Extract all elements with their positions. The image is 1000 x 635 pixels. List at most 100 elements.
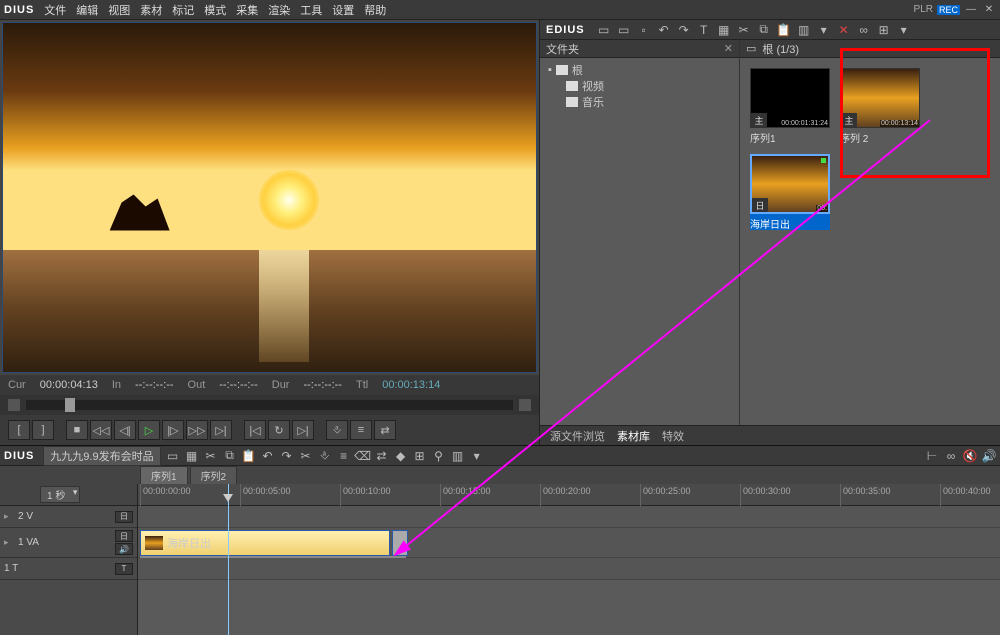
tl-split-icon[interactable]: ✂ [299, 449, 313, 463]
timeline-canvas[interactable]: 00:00:00:00 00:00:05:00 00:00:10:00 00:0… [138, 484, 1000, 635]
step-back-button[interactable]: ◁| [114, 420, 136, 440]
tl-audio-icon[interactable]: 🔊 [982, 449, 996, 463]
tl-paste-icon[interactable]: 📋 [242, 449, 256, 463]
bin-root-icon[interactable]: ▭ [746, 42, 756, 55]
cut-icon[interactable]: ✂ [737, 23, 751, 37]
link-icon[interactable]: ∞ [857, 23, 871, 37]
group-icon[interactable]: ⊞ [877, 23, 891, 37]
new-folder-icon[interactable]: ▭ [597, 23, 611, 37]
menu-edit[interactable]: 编辑 [76, 2, 98, 18]
next-edit-button[interactable]: ▷| [292, 420, 314, 440]
expand-icon[interactable]: ▸ [4, 511, 14, 522]
save-icon[interactable]: ▫ [637, 23, 651, 37]
tl-insert-icon[interactable]: ⎀ [318, 449, 332, 463]
timescale-dropdown[interactable]: 1 秒 [40, 486, 80, 503]
clip-thumbnail[interactable]: 日00: [750, 154, 830, 214]
menu-clip[interactable]: 素材 [140, 2, 162, 18]
mode-plr[interactable]: PLR [914, 4, 933, 15]
stop-button[interactable]: ■ [66, 420, 88, 440]
bin-view-icon[interactable]: ▥ [797, 23, 811, 37]
project-name[interactable]: 九九九9.9发布会时品 [43, 446, 160, 466]
tree-root[interactable]: ▪根 [548, 62, 731, 78]
prev-edit-button[interactable]: |◁ [244, 420, 266, 440]
step-fwd-button[interactable]: |▷ [162, 420, 184, 440]
open-icon[interactable]: ▭ [617, 23, 631, 37]
tl-render-icon[interactable]: ▦ [185, 449, 199, 463]
sequence-tab-2[interactable]: 序列2 [190, 466, 238, 485]
tc-out[interactable]: --:--:--:-- [219, 379, 257, 391]
paste-icon[interactable]: 📋 [777, 23, 791, 37]
tl-copy-icon[interactable]: ⧉ [223, 449, 237, 463]
tab-effects[interactable]: 特效 [662, 428, 684, 444]
bin-grid[interactable]: 主00:00:01:31:24 序列1 主00:00:13:14 序列 2 日0… [740, 58, 1000, 240]
track-btn[interactable]: 日 [115, 530, 133, 542]
track-header-va1[interactable]: ▸ 1 VA 日🔊 [0, 528, 137, 558]
playhead[interactable] [228, 484, 229, 635]
tl-cut-icon[interactable]: ✂ [204, 449, 218, 463]
tl-mute-icon[interactable]: 🔇 [963, 449, 977, 463]
menu-capture[interactable]: 采集 [236, 2, 258, 18]
folder-panel-close[interactable]: ✕ [724, 42, 733, 55]
tl-overwrite-icon[interactable]: ≡ [337, 449, 351, 463]
timeline-clip-tail[interactable] [392, 530, 408, 556]
minimize-button[interactable]: — [964, 4, 978, 16]
tl-layout-icon[interactable]: ▥ [451, 449, 465, 463]
tree-item-video[interactable]: 视频 [548, 78, 731, 94]
tl-new-icon[interactable]: ▭ [166, 449, 180, 463]
rewind-button[interactable]: ◁◁ [90, 420, 112, 440]
bin-clip[interactable]: 主00:00:13:14 序列 2 [840, 68, 920, 144]
timeline-track-v2[interactable] [138, 506, 1000, 528]
mark-out-button[interactable]: ] [32, 420, 54, 440]
tree-item-music[interactable]: 音乐 [548, 94, 731, 110]
clip-name[interactable]: 海岸日出 [750, 214, 830, 230]
scrub-next-button[interactable] [519, 399, 531, 411]
bin-clip[interactable]: 主00:00:01:31:24 序列1 [750, 68, 830, 144]
mark-in-button[interactable]: [ [8, 420, 30, 440]
tl-more-icon[interactable]: ▾ [470, 449, 484, 463]
menu-file[interactable]: 文件 [44, 2, 66, 18]
menu-mode[interactable]: 模式 [204, 2, 226, 18]
mode-rec[interactable]: REC [937, 5, 960, 15]
timeline-track-va1[interactable]: 海岸日出 [138, 528, 1000, 558]
time-ruler[interactable]: 00:00:00:00 00:00:05:00 00:00:10:00 00:0… [138, 484, 1000, 506]
tc-cur[interactable]: 00:00:04:13 [40, 379, 98, 391]
copy-icon[interactable]: ⧉ [757, 23, 771, 37]
track-header-t1[interactable]: 1 T T [0, 558, 137, 580]
timeline-clip[interactable]: 海岸日出 [140, 530, 390, 556]
tab-bin[interactable]: 素材库 [617, 428, 650, 444]
ffwd-button[interactable]: ▷▷ [186, 420, 208, 440]
tl-group-icon[interactable]: ⊞ [413, 449, 427, 463]
menu-settings[interactable]: 设置 [332, 2, 354, 18]
tl-zoom-icon[interactable]: ⚲ [432, 449, 446, 463]
tl-redo-icon[interactable]: ↷ [280, 449, 294, 463]
bin-clip-selected[interactable]: 日00: 海岸日出 [750, 154, 830, 230]
tab-source-browse[interactable]: 源文件浏览 [550, 428, 605, 444]
expand-icon[interactable]: ▸ [4, 537, 14, 548]
menu-view[interactable]: 视图 [108, 2, 130, 18]
sequence-tab-1[interactable]: 序列1 [140, 466, 188, 485]
tc-in[interactable]: --:--:--:-- [135, 379, 173, 391]
scrub-prev-button[interactable] [8, 399, 20, 411]
close-button[interactable]: ✕ [982, 4, 996, 16]
replace-button[interactable]: ⇄ [374, 420, 396, 440]
overwrite-button[interactable]: ≡ [350, 420, 372, 440]
tl-delete-icon[interactable]: ⌫ [356, 449, 370, 463]
tl-marker-icon[interactable]: ◆ [394, 449, 408, 463]
delete-icon[interactable]: ✕ [837, 23, 851, 37]
tl-link-icon[interactable]: ∞ [944, 449, 958, 463]
scrub-thumb[interactable] [65, 398, 75, 412]
more-icon[interactable]: ▾ [897, 23, 911, 37]
tl-snap-icon[interactable]: ⊢ [925, 449, 939, 463]
title-icon[interactable]: T [697, 23, 711, 37]
menu-render[interactable]: 渲染 [268, 2, 290, 18]
tl-ripple-icon[interactable]: ⇄ [375, 449, 389, 463]
layout-icon[interactable]: ▦ [717, 23, 731, 37]
redo-icon[interactable]: ↷ [677, 23, 691, 37]
clip-name[interactable]: 序列 2 [840, 128, 920, 144]
menu-marker[interactable]: 标记 [172, 2, 194, 18]
next-button[interactable]: ▷| [210, 420, 232, 440]
scrub-track[interactable] [26, 400, 513, 410]
timeline-track-t1[interactable] [138, 558, 1000, 580]
undo-icon[interactable]: ↶ [657, 23, 671, 37]
collapse-icon[interactable]: ▪ [548, 64, 552, 76]
